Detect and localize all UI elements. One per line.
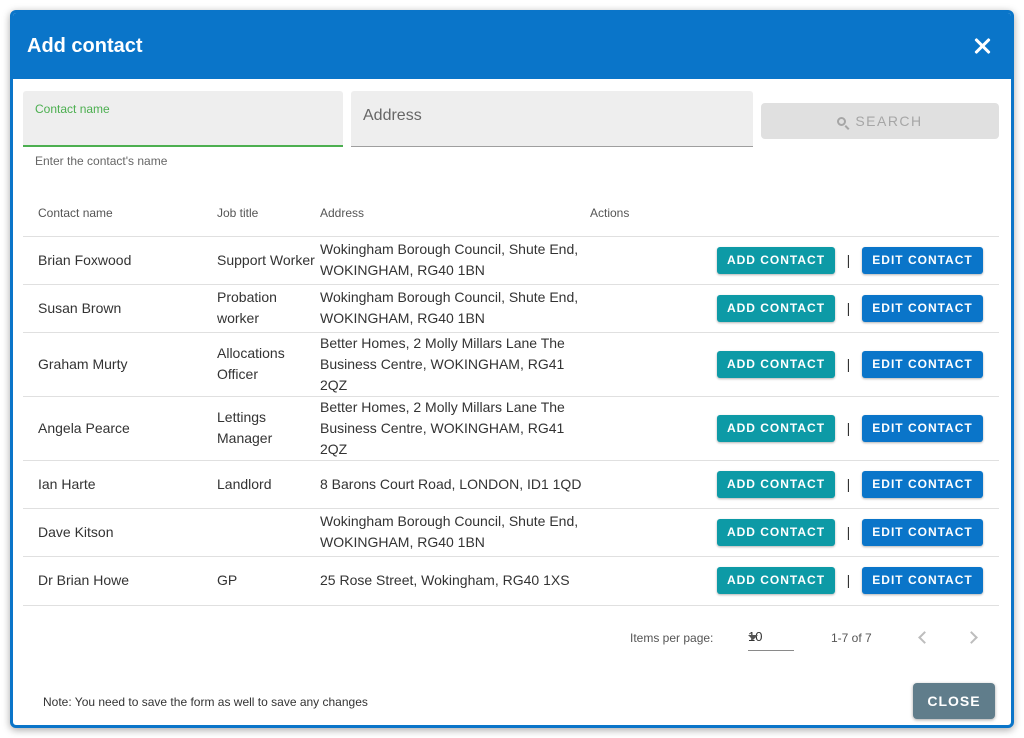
dialog-title: Add contact: [27, 34, 143, 57]
actions-cell: ADD CONTACT | EDIT CONTACT: [590, 460, 999, 509]
job-title-cell: Landlord: [217, 460, 320, 509]
close-button[interactable]: CLOSE: [913, 683, 995, 719]
action-separator: |: [846, 523, 851, 540]
contact-name-input[interactable]: [35, 117, 331, 139]
edit-contact-button[interactable]: EDIT CONTACT: [862, 246, 983, 274]
contact-name-hint: Enter the contact's name: [35, 154, 168, 168]
search-button[interactable]: SEARCH: [761, 103, 999, 139]
address-cell: Better Homes, 2 Molly Millars Lane The B…: [320, 332, 590, 397]
actions-cell: ADD CONTACT | EDIT CONTACT: [590, 508, 999, 557]
table-row: Angela Pearce Lettings Manager Better Home…: [23, 396, 999, 461]
address-cell: Better Homes, 2 Molly Millars Lane The B…: [320, 396, 590, 461]
address-text: Better Homes, 2 Molly Millars Lane The B…: [320, 398, 565, 457]
contacts-table: Contact name Job title Address Actions B…: [23, 191, 999, 606]
dropdown-arrow-icon: [748, 635, 758, 640]
footer-note: Note: You need to save the form as well …: [43, 695, 368, 709]
add-contact-dialog: Add contact Contact name Enter the conta…: [10, 10, 1014, 728]
table-row: Dave Kitson Wokingham Borough Council, Sh…: [23, 508, 999, 557]
action-separator: |: [846, 251, 851, 268]
action-separator: |: [846, 419, 851, 436]
edit-contact-button[interactable]: EDIT CONTACT: [862, 294, 983, 322]
address-input[interactable]: [363, 105, 741, 127]
job-title-cell: Probation worker: [217, 284, 320, 333]
contact-name-cell: Susan Brown: [23, 284, 217, 333]
actions-cell: ADD CONTACT | EDIT CONTACT: [590, 332, 999, 397]
job-title-cell: [217, 508, 320, 557]
add-contact-button[interactable]: ADD CONTACT: [717, 246, 835, 274]
edit-contact-button[interactable]: EDIT CONTACT: [862, 567, 983, 594]
action-separator: |: [846, 299, 851, 316]
edit-contact-button[interactable]: EDIT CONTACT: [862, 414, 983, 442]
address-text: 8 Barons Court Road, LONDON, ID1 1QD: [320, 475, 582, 492]
search-button-label: SEARCH: [855, 113, 923, 129]
address-text: Better Homes, 2 Molly Millars Lane The B…: [320, 334, 565, 393]
actions-cell: ADD CONTACT | EDIT CONTACT: [590, 556, 999, 606]
address-field[interactable]: [351, 91, 753, 147]
items-per-page-label: Items per page:: [630, 631, 714, 645]
address-cell: Wokingham Borough Council, Shute End, WO…: [320, 284, 590, 333]
table-row: Susan Brown Probation worker Wokingham Bor…: [23, 284, 999, 333]
actions-cell: ADD CONTACT | EDIT CONTACT: [590, 284, 999, 333]
add-contact-button[interactable]: ADD CONTACT: [717, 567, 835, 594]
edit-contact-button[interactable]: EDIT CONTACT: [862, 350, 983, 378]
job-title-cell: Support Worker: [217, 236, 320, 285]
address-cell: 25 Rose Street, Wokingham, RG40 1XS: [320, 556, 590, 606]
job-title-cell: Allocations Officer: [217, 332, 320, 397]
column-header-name: Contact name: [23, 191, 217, 237]
page-size-select[interactable]: 10: [748, 627, 794, 651]
contact-name-cell: Angela Pearce: [23, 396, 217, 461]
dialog-header: Add contact: [13, 13, 1011, 79]
address-cell: Wokingham Borough Council, Shute End, WO…: [320, 508, 590, 557]
chevron-left-icon[interactable]: [913, 628, 933, 648]
contact-name-cell: Ian Harte: [23, 460, 217, 509]
contact-name-cell: Brian Foxwood: [23, 236, 217, 285]
address-cell: 8 Barons Court Road, LONDON, ID1 1QD: [320, 460, 590, 509]
action-separator: |: [846, 572, 851, 588]
address-text: 25 Rose Street, Wokingham, RG40 1XS: [320, 572, 570, 588]
paginator: Items per page: 10 1-7 of 7: [13, 623, 1011, 653]
column-header-job: Job title: [217, 191, 320, 237]
actions-cell: ADD CONTACT | EDIT CONTACT: [590, 396, 999, 461]
edit-contact-button[interactable]: EDIT CONTACT: [862, 518, 983, 546]
column-header-address: Address: [320, 191, 590, 237]
action-separator: |: [846, 355, 851, 372]
contact-name-cell: Dr Brian Howe: [23, 556, 217, 606]
action-separator: |: [846, 475, 851, 492]
job-title-cell: Lettings Manager: [217, 396, 320, 461]
search-icon: [837, 116, 847, 126]
address-text: Wokingham Borough Council, Shute End, WO…: [320, 289, 579, 326]
search-row: Contact name Enter the contact's name SE…: [23, 91, 1001, 171]
actions-cell: ADD CONTACT | EDIT CONTACT: [590, 236, 999, 285]
contact-name-cell: Dave Kitson: [23, 508, 217, 557]
edit-contact-button[interactable]: EDIT CONTACT: [862, 470, 983, 498]
column-header-actions: Actions: [590, 191, 999, 237]
contact-name-field[interactable]: Contact name: [23, 91, 343, 147]
table-header-row: Contact name Job title Address Actions: [23, 191, 999, 237]
contact-name-label: Contact name: [35, 102, 110, 116]
address-text: Wokingham Borough Council, Shute End, WO…: [320, 241, 579, 278]
table-row: Ian Harte Landlord 8 Barons Court Road, LO…: [23, 460, 999, 509]
address-text: Wokingham Borough Council, Shute End, WO…: [320, 513, 579, 550]
add-contact-button[interactable]: ADD CONTACT: [717, 414, 835, 442]
close-icon[interactable]: [971, 35, 993, 57]
add-contact-button[interactable]: ADD CONTACT: [717, 518, 835, 546]
contact-name-cell: Graham Murty: [23, 332, 217, 397]
add-contact-button[interactable]: ADD CONTACT: [717, 470, 835, 498]
add-contact-button[interactable]: ADD CONTACT: [717, 294, 835, 322]
page-range: 1-7 of 7: [831, 631, 872, 645]
job-title-cell: GP: [217, 556, 320, 606]
table-row: Brian Foxwood Support Worker Wokingham Bor…: [23, 236, 999, 285]
chevron-right-icon[interactable]: [963, 628, 983, 648]
address-cell: Wokingham Borough Council, Shute End, WO…: [320, 236, 590, 285]
add-contact-button[interactable]: ADD CONTACT: [717, 350, 835, 378]
table-row: Dr Brian Howe GP 25 Rose Street, Wokingham…: [23, 556, 999, 606]
table-row: Graham Murty Allocations Officer Better Ho…: [23, 332, 999, 397]
